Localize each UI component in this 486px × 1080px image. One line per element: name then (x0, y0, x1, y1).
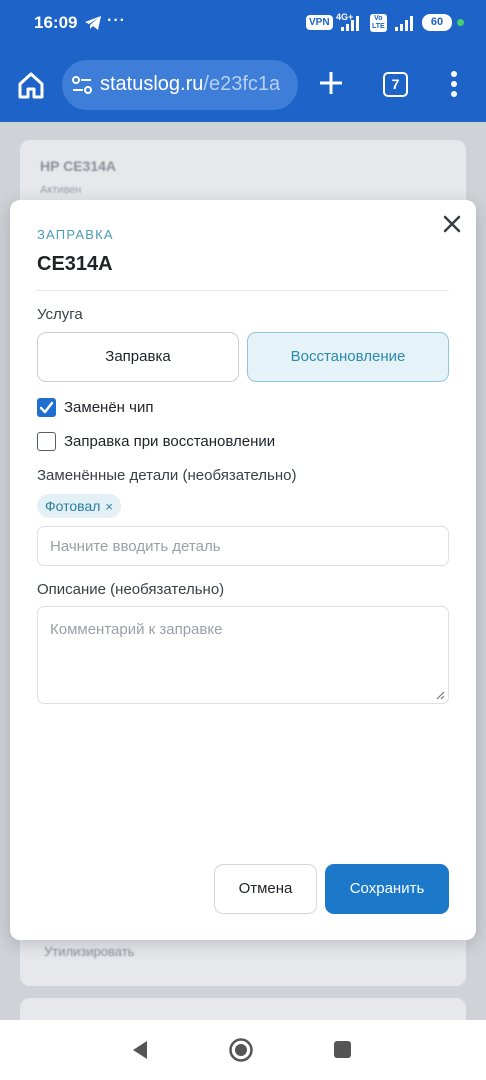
part-tag-label: Фотовал (45, 498, 101, 514)
description-placeholder: Комментарий к заправке (50, 621, 223, 638)
refill-on-restore-label: Заправка при восстановлении (64, 433, 276, 450)
parts-label: Заменённые детали (необязательно) (37, 467, 297, 484)
refill-dialog: ЗАПРАВКА CE314A Услуга Заправка Восстано… (10, 200, 476, 940)
new-tab-icon[interactable] (318, 70, 344, 96)
browser-top-bar: 16:09 ··· VPN 4G+ Vo LTE 60 statuslog.ru/… (0, 0, 486, 122)
site-settings-icon[interactable] (72, 76, 92, 94)
chip-replaced-label: Заменён чип (64, 399, 154, 416)
divider (37, 290, 449, 291)
description-label: Описание (необязательно) (37, 581, 225, 598)
parts-input-placeholder: Начните вводить деталь (50, 538, 221, 555)
chip-replaced-checkbox[interactable] (37, 398, 56, 417)
service-label: Услуга (37, 306, 83, 323)
status-time: 16:09 (34, 13, 78, 32)
dialog-kicker: ЗАПРАВКА (37, 227, 114, 242)
signal-icon (341, 16, 359, 31)
url-host: statuslog.ru (100, 73, 204, 95)
parts-input[interactable]: Начните вводить деталь (37, 526, 449, 566)
cancel-button[interactable]: Отмена (214, 864, 317, 914)
telegram-icon (85, 16, 101, 30)
address-bar[interactable]: statuslog.ru/e23fc1a (62, 60, 298, 110)
battery-icon: 60 (422, 14, 452, 31)
dialog-title: CE314A (37, 253, 113, 275)
checkmark-icon (39, 401, 54, 414)
status-bar: 16:09 ··· VPN 4G+ Vo LTE 60 (0, 0, 486, 46)
recent-apps-icon[interactable] (333, 1040, 352, 1059)
remove-tag-icon[interactable]: × (105, 499, 113, 514)
description-textarea[interactable]: Комментарий к заправке (37, 606, 449, 704)
home-icon[interactable] (16, 70, 46, 100)
background-card-subtitle: Активен (40, 184, 82, 196)
service-option-refill[interactable]: Заправка (37, 332, 239, 382)
background-row-label: Утилизировать (44, 944, 135, 959)
privacy-indicator-icon (457, 19, 464, 26)
part-tag: Фотовал × (37, 494, 121, 518)
home-nav-icon[interactable] (228, 1037, 254, 1063)
browser-menu-icon[interactable] (449, 70, 459, 98)
more-notifications-icon: ··· (107, 12, 126, 29)
url-text[interactable]: statuslog.ru/e23fc1a (100, 73, 280, 96)
back-icon[interactable] (130, 1040, 150, 1060)
save-button[interactable]: Сохранить (325, 864, 449, 914)
volte-badge: Vo LTE (370, 14, 387, 32)
tab-switcher-button[interactable]: 7 (383, 72, 408, 97)
url-path: /e23fc1a (203, 73, 281, 95)
refill-on-restore-checkbox[interactable] (37, 432, 56, 451)
resize-handle-icon[interactable] (435, 690, 445, 700)
service-option-restore[interactable]: Восстановление (247, 332, 449, 382)
signal-icon-2 (395, 16, 413, 31)
close-icon[interactable] (442, 214, 462, 234)
vpn-badge: VPN (306, 15, 333, 30)
system-navigation-bar (0, 1020, 486, 1080)
background-card-title: HP CE314A (40, 158, 117, 174)
